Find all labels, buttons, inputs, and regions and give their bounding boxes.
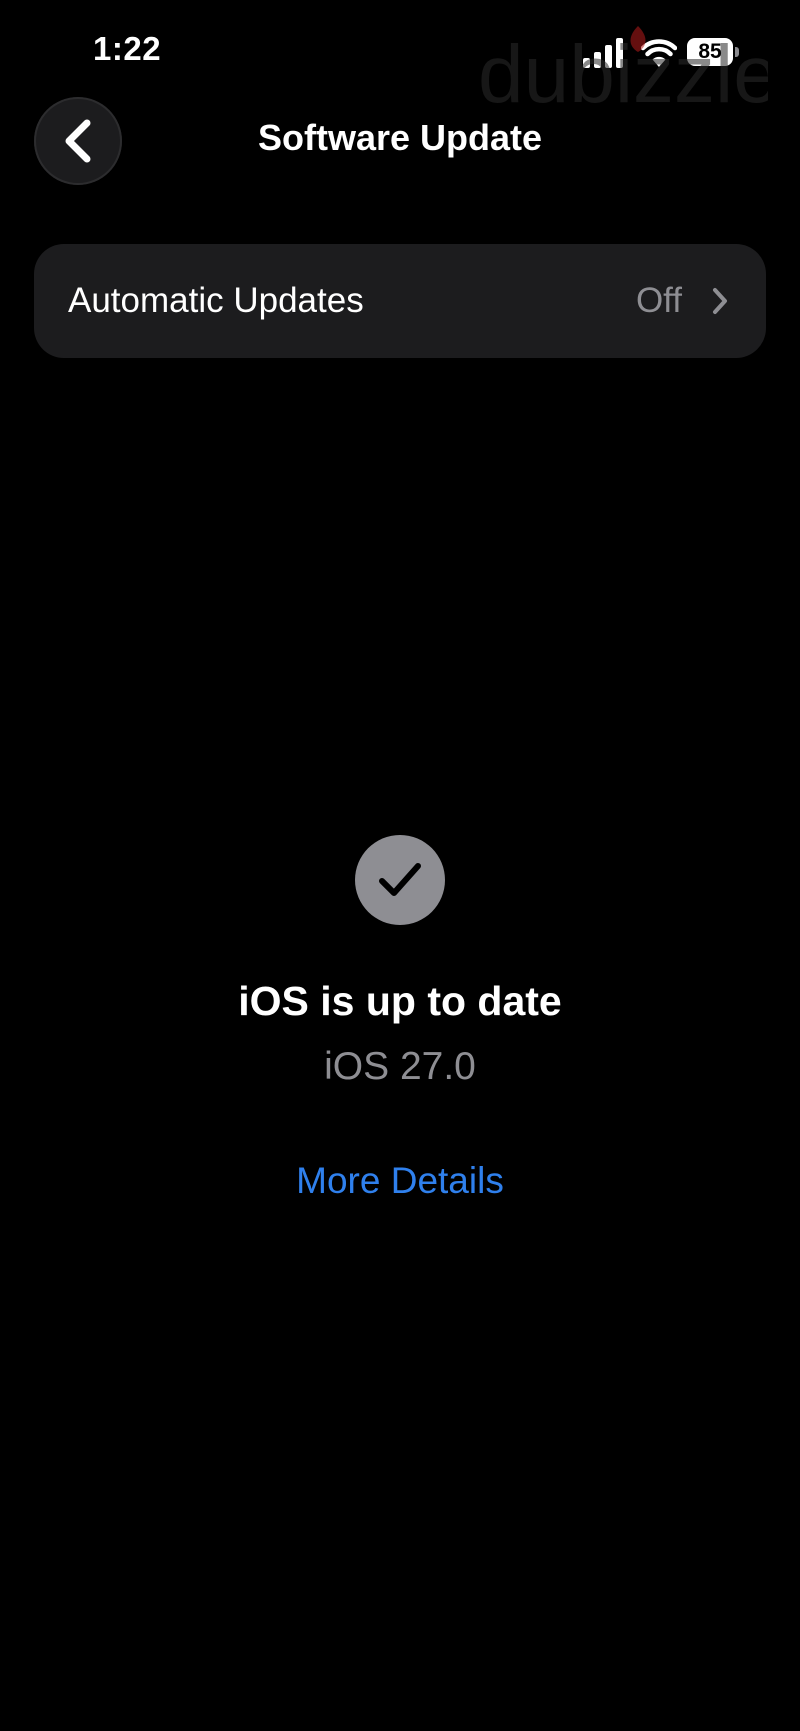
update-status-title: iOS is up to date <box>238 978 562 1024</box>
battery-level: 85 <box>698 40 722 63</box>
automatic-updates-value: Off <box>635 281 682 320</box>
more-details-link[interactable]: More Details <box>250 1160 550 1202</box>
battery-indicator: 85 <box>687 38 739 66</box>
checkmark-icon <box>379 863 421 896</box>
up-to-date-badge <box>355 835 445 925</box>
chevron-right-icon <box>713 288 727 314</box>
wifi-icon <box>641 39 677 67</box>
status-icons: 85 <box>583 38 743 72</box>
page-title: Software Update <box>257 117 543 158</box>
ios-version: iOS 27.0 <box>324 1045 476 1088</box>
automatic-updates-row[interactable]: Automatic Updates Off <box>34 244 766 358</box>
cellular-signal-icon <box>583 38 623 68</box>
automatic-updates-label: Automatic Updates <box>68 281 364 320</box>
status-time: 1:22 <box>93 30 162 67</box>
battery-cap <box>735 47 739 57</box>
